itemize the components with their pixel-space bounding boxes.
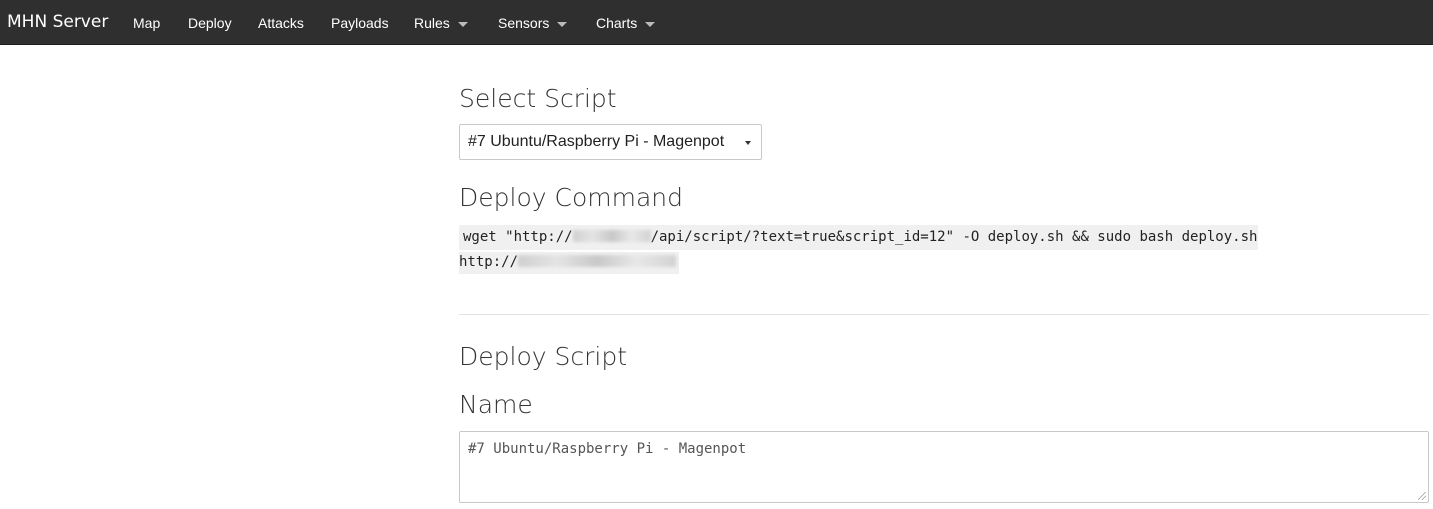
chevron-down-icon	[557, 21, 568, 27]
chevron-down-icon	[745, 141, 751, 145]
nav-item-rules[interactable]: Rules	[414, 15, 468, 31]
deploy-script-heading: Deploy Script	[459, 342, 627, 371]
nav-item-charts[interactable]: Charts	[596, 15, 656, 31]
nav-item-label: Map	[133, 15, 161, 31]
nav-item-sensors[interactable]: Sensors	[498, 15, 568, 31]
chevron-down-icon	[645, 21, 656, 27]
chevron-down-icon	[457, 21, 468, 27]
nav-item-label: Sensors	[498, 15, 550, 31]
nav-item-label: Charts	[596, 15, 638, 31]
command-suffix: /api/script/?text=true&script_id=12" -O …	[650, 229, 1258, 245]
deploy-url-code[interactable]: http://	[459, 252, 680, 274]
nav-item-label: Deploy	[188, 15, 232, 31]
top-navbar: MHN Server Map Deploy Attacks Payloads R…	[0, 0, 1433, 45]
select-script-heading: Select Script	[459, 84, 617, 113]
script-select-value: #7 Ubuntu/Raspberry Pi - Magenpot	[468, 133, 725, 150]
section-divider	[459, 314, 1429, 315]
nav-item-attacks[interactable]: Attacks	[258, 15, 304, 31]
brand-link[interactable]: MHN Server	[7, 12, 108, 32]
nav-item-label: Payloads	[331, 15, 389, 31]
url-prefix: http://	[459, 254, 519, 270]
name-label: Name	[459, 390, 533, 419]
deploy-command-heading: Deploy Command	[459, 183, 683, 212]
resize-handle-icon[interactable]	[1418, 492, 1426, 500]
command-prefix: wget "http://	[463, 229, 573, 245]
nav-item-payloads[interactable]: Payloads	[331, 15, 389, 31]
name-textarea[interactable]: #7 Ubuntu/Raspberry Pi - Magenpot	[459, 431, 1429, 503]
redacted-host-blur	[572, 230, 651, 242]
nav-item-label: Attacks	[258, 15, 304, 31]
name-textarea-value: #7 Ubuntu/Raspberry Pi - Magenpot	[468, 441, 747, 457]
redacted-url-blur	[518, 255, 677, 267]
script-select[interactable]: #7 Ubuntu/Raspberry Pi - Magenpot	[459, 124, 762, 160]
deploy-command-code[interactable]: wget "http:// /api/script/?text=true&scri…	[459, 225, 1259, 250]
nav-item-map[interactable]: Map	[133, 15, 160, 31]
nav-item-label: Rules	[414, 15, 450, 31]
nav-item-deploy[interactable]: Deploy	[188, 15, 232, 31]
